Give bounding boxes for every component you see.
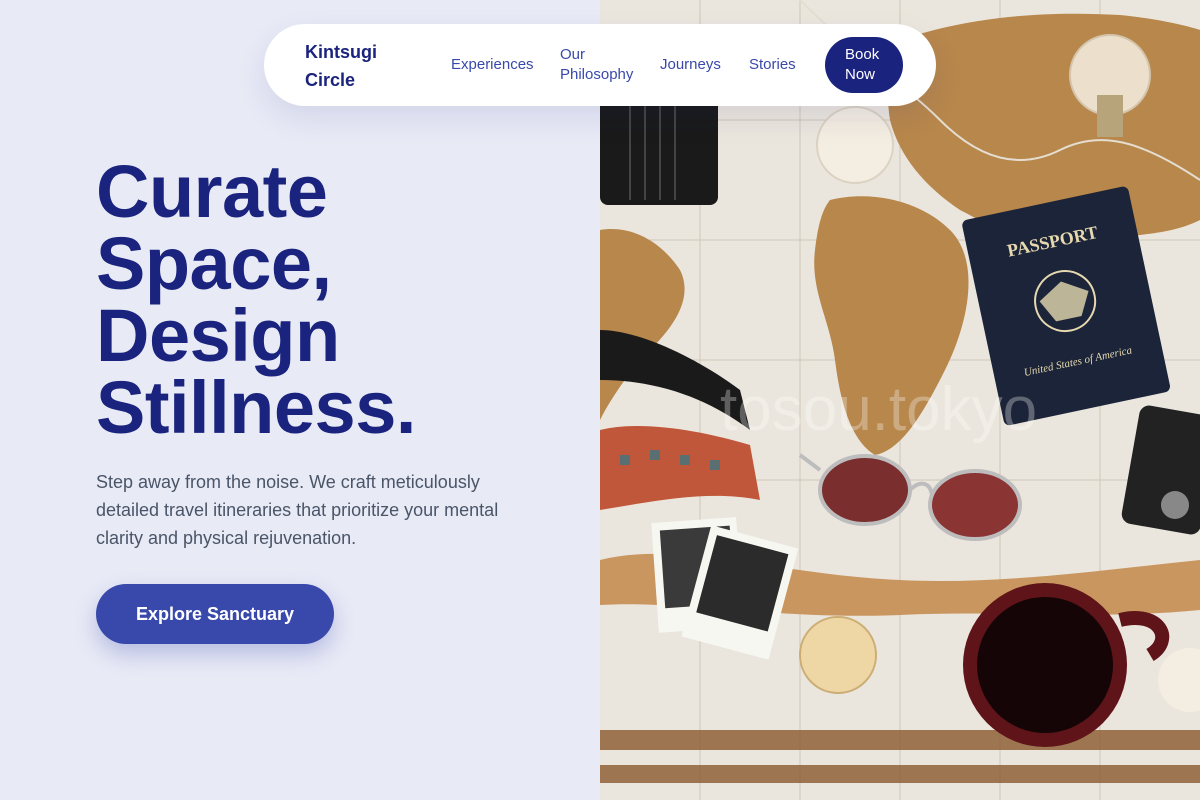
map-legend-bars-2 — [600, 765, 1200, 783]
nav-link-our-philosophy[interactable]: Our Philosophy — [560, 45, 640, 85]
hero-title-line: Space, — [96, 222, 332, 305]
book-now-button[interactable]: Book Now — [825, 37, 903, 93]
page: Curate Space, Design Stillness. Step awa… — [0, 0, 1200, 800]
map-legend-bars — [600, 730, 1200, 750]
travel-flatlay-illustration: PASSPORT United States of America tosou.… — [600, 0, 1200, 800]
hero-title: Curate Space, Design Stillness. — [96, 150, 576, 449]
brand-logo[interactable]: Kintsugi Circle — [305, 38, 415, 94]
watermark: tosou.tokyo — [720, 375, 1037, 444]
top-navigation: Kintsugi Circle Experiences Our Philosop… — [264, 24, 936, 106]
hero-title-line: Design — [96, 294, 340, 377]
nav-link-journeys[interactable]: Journeys — [660, 55, 721, 75]
hero-subtitle: Step away from the noise. We craft metic… — [96, 472, 499, 548]
hero-title-line: Curate — [96, 150, 328, 233]
light-bulb — [799, 616, 877, 694]
light-bulb — [816, 106, 894, 184]
explore-sanctuary-button[interactable]: Explore Sanctuary — [96, 584, 334, 644]
hero-image: PASSPORT United States of America tosou.… — [600, 0, 1200, 800]
nav-link-stories[interactable]: Stories — [749, 55, 796, 75]
nav-link-experiences[interactable]: Experiences — [451, 55, 534, 75]
camera-dial — [1161, 491, 1189, 519]
hero-title-line: Stillness. — [96, 366, 416, 449]
hero-section: Curate Space, Design Stillness. Step awa… — [0, 0, 600, 800]
bulb-base — [1097, 95, 1123, 137]
